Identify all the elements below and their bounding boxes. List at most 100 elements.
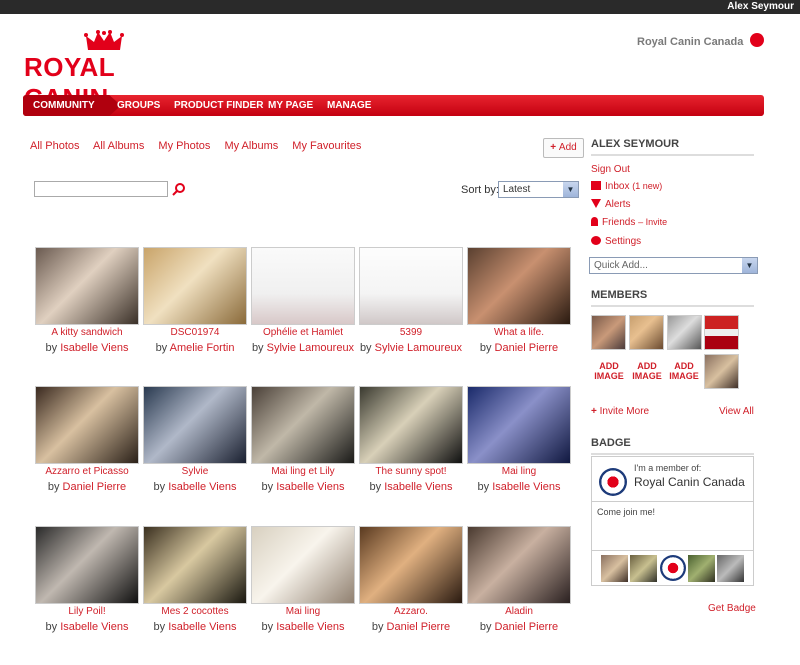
inbox-link[interactable]: Inbox (1 new) — [591, 181, 662, 192]
maple-leaf-icon[interactable] — [750, 33, 764, 47]
by-label: by — [477, 481, 490, 493]
tab-all-albums[interactable]: All Albums — [93, 140, 144, 152]
photo-author-link[interactable]: Isabelle Viens — [276, 481, 344, 493]
photo-author-link[interactable]: Sylvie Lamoureux — [267, 342, 354, 354]
photo-title-link[interactable]: Mai ling — [251, 606, 355, 617]
photo-title-link[interactable]: Mes 2 cocottes — [143, 606, 247, 617]
plus-icon: + — [550, 142, 559, 153]
photo-thumbnail[interactable] — [143, 386, 247, 464]
photo-title-link[interactable]: Azzarro et Picasso — [35, 466, 139, 477]
add-image-slot[interactable]: ADD IMAGE — [629, 361, 665, 381]
add-image-slot[interactable]: ADD IMAGE — [591, 361, 627, 381]
search-input[interactable] — [34, 181, 168, 197]
photo-author-link[interactable]: Amelie Fortin — [170, 342, 235, 354]
photo-thumbnail[interactable] — [35, 526, 139, 604]
add-image-slot[interactable]: ADD IMAGE — [666, 361, 702, 381]
tab-my-albums[interactable]: My Albums — [224, 140, 278, 152]
photo-author-link[interactable]: Isabelle Viens — [276, 621, 344, 633]
nav-community[interactable]: COMMUNITY — [33, 95, 95, 116]
photo-thumbnail[interactable] — [251, 526, 355, 604]
photo-thumbnail[interactable] — [359, 526, 463, 604]
photo-thumbnail[interactable] — [251, 247, 355, 325]
friends-link[interactable]: Friends – Invite — [591, 217, 667, 228]
royal-canin-logo[interactable]: ROYAL CANIN — [24, 30, 189, 113]
photo-thumbnail[interactable] — [467, 526, 571, 604]
photo-author-link[interactable]: Daniel Pierre — [495, 342, 559, 354]
by-label: by — [251, 342, 264, 354]
photo-thumbnail[interactable] — [251, 386, 355, 464]
nav-product-finder[interactable]: PRODUCT FINDER — [174, 95, 263, 116]
nav-groups[interactable]: GROUPS — [117, 95, 160, 116]
tab-my-photos[interactable]: My Photos — [158, 140, 210, 152]
badge-member-of: I'm a member of: — [634, 463, 702, 473]
photo-author-link[interactable]: Daniel Pierre — [495, 621, 559, 633]
sort-label: Sort by: — [461, 184, 499, 196]
photo-tabs: All Photos All Albums My Photos My Album… — [30, 140, 372, 152]
friends-label: Friends — [602, 217, 636, 228]
photo-thumbnail[interactable] — [467, 386, 571, 464]
photo-author-link[interactable]: Isabelle Viens — [384, 481, 452, 493]
photo-title-link[interactable]: Lily Poil! — [35, 606, 139, 617]
search-icon[interactable] — [172, 182, 186, 196]
photo-title-link[interactable]: 5399 — [359, 327, 463, 338]
photo-title-link[interactable]: DSC01974 — [143, 327, 247, 338]
settings-link[interactable]: Settings — [591, 236, 641, 247]
photo-author-link[interactable]: Isabelle Viens — [168, 621, 236, 633]
photo-card: Mai ling et Lily by Isabelle Viens — [251, 386, 355, 493]
get-badge-link[interactable]: Get Badge — [708, 603, 756, 614]
add-photo-button[interactable]: + Add — [543, 138, 584, 158]
photo-thumbnail[interactable] — [35, 247, 139, 325]
crown-icon — [84, 30, 124, 50]
photo-title-link[interactable]: Mai ling — [467, 466, 571, 477]
photo-title-link[interactable]: What a life. — [467, 327, 571, 338]
by-label: by — [261, 621, 274, 633]
photo-author-link[interactable]: Isabelle Viens — [60, 342, 128, 354]
photo-title-link[interactable]: A kitty sandwich — [35, 327, 139, 338]
photo-title-link[interactable]: Aladin — [467, 606, 571, 617]
photo-title-link[interactable]: Azzaro. — [359, 606, 463, 617]
badge-title: BADGE — [591, 437, 754, 455]
photo-author-link[interactable]: Isabelle Viens — [168, 481, 236, 493]
photo-author-link[interactable]: Daniel Pierre — [63, 481, 127, 493]
invite-more-link[interactable]: + Invite More — [591, 406, 649, 417]
chevron-down-icon: ▼ — [563, 182, 578, 197]
photo-title-link[interactable]: The sunny spot! — [359, 466, 463, 477]
member-avatar[interactable] — [591, 315, 626, 350]
top-user-name[interactable]: Alex Seymour — [727, 1, 794, 12]
photo-thumbnail[interactable] — [143, 247, 247, 325]
sort-select[interactable]: Latest ▼ — [498, 181, 579, 198]
photo-title-link[interactable]: Sylvie — [143, 466, 247, 477]
top-bar: Alex Seymour — [0, 0, 800, 14]
member-avatar[interactable] — [667, 315, 702, 350]
sign-out-link[interactable]: Sign Out — [591, 164, 630, 175]
tab-my-favourites[interactable]: My Favourites — [292, 140, 361, 152]
tab-all-photos[interactable]: All Photos — [30, 140, 80, 152]
quick-add-select[interactable]: Quick Add... ▼ — [589, 257, 758, 274]
by-label: by — [261, 481, 274, 493]
photo-byline: by Sylvie Lamoureux — [251, 342, 355, 354]
photo-author-link[interactable]: Isabelle Viens — [60, 621, 128, 633]
photo-thumbnail[interactable] — [359, 247, 463, 325]
photo-author-link[interactable]: Daniel Pierre — [387, 621, 451, 633]
sidebar-user-name: ALEX SEYMOUR — [591, 138, 754, 156]
country-link[interactable]: Royal Canin Canada — [637, 36, 743, 48]
nav-my-page[interactable]: MY PAGE — [268, 95, 313, 116]
photo-thumbnail[interactable] — [467, 247, 571, 325]
photo-author-link[interactable]: Isabelle Viens — [492, 481, 560, 493]
member-avatar[interactable] — [629, 315, 664, 350]
member-avatar[interactable] — [704, 354, 739, 389]
view-all-link[interactable]: View All — [719, 406, 754, 417]
photo-thumbnail[interactable] — [143, 526, 247, 604]
photo-card: Ophélie et Hamlet by Sylvie Lamoureux — [251, 247, 355, 354]
photo-title-link[interactable]: Mai ling et Lily — [251, 466, 355, 477]
photo-thumbnail[interactable] — [35, 386, 139, 464]
nav-manage[interactable]: MANAGE — [327, 95, 371, 116]
photo-title-link[interactable]: Ophélie et Hamlet — [251, 327, 355, 338]
by-label: by — [479, 621, 492, 633]
photo-thumbnail[interactable] — [359, 386, 463, 464]
photo-author-link[interactable]: Sylvie Lamoureux — [375, 342, 462, 354]
invite-link[interactable]: – Invite — [638, 217, 667, 227]
by-label: by — [153, 621, 166, 633]
member-avatar[interactable] — [704, 315, 739, 350]
alerts-link[interactable]: Alerts — [591, 199, 631, 210]
